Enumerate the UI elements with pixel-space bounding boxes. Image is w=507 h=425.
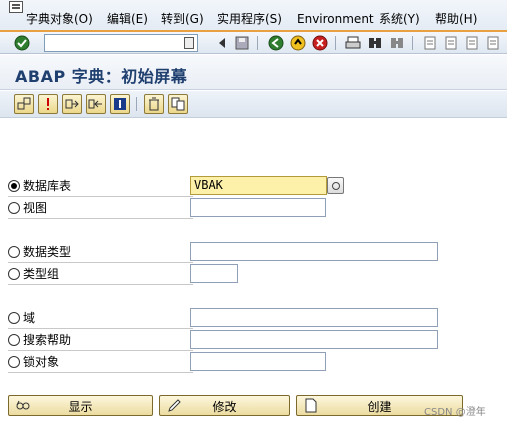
label-underline xyxy=(8,218,193,219)
delete-icon xyxy=(149,97,159,111)
data-type-radio[interactable] xyxy=(8,246,20,258)
domain-label: 域 xyxy=(23,311,36,325)
where-used-button[interactable] xyxy=(86,94,106,114)
domain-field[interactable] xyxy=(190,308,438,327)
search-help-field[interactable] xyxy=(190,330,438,349)
first-page-icon[interactable] xyxy=(422,35,438,51)
application-toolbar xyxy=(0,91,507,118)
page-title: ABAP 字典：初始屏幕 xyxy=(15,67,188,86)
search-help-label: 搜索帮助 xyxy=(23,333,72,347)
menu-edit[interactable]: 编辑(E) xyxy=(107,10,148,28)
search-help-radio[interactable] xyxy=(8,334,20,346)
toolbar-separator xyxy=(257,36,258,50)
display-button-label: 显示 xyxy=(68,400,93,414)
exit-icon[interactable] xyxy=(290,35,306,51)
other-object-button[interactable] xyxy=(14,94,34,114)
menu-bar: 字典对象(O) 编辑(E) 转到(G) 实用程序(S) Environment … xyxy=(0,0,507,31)
command-history-icon[interactable] xyxy=(184,37,194,49)
lock-object-label: 锁对象 xyxy=(23,355,60,369)
system-menu-icon[interactable] xyxy=(9,1,23,13)
toolbar-separator xyxy=(335,36,336,50)
option-view[interactable]: 视图 xyxy=(8,199,198,219)
menu-dictionary-object[interactable]: 字典对象(O) xyxy=(26,10,93,28)
find-icon[interactable] xyxy=(367,35,383,51)
database-table-field[interactable]: VBAK xyxy=(190,176,327,195)
menu-help[interactable]: 帮助(H) xyxy=(435,10,477,28)
next-page-icon[interactable] xyxy=(464,35,480,51)
label-underline xyxy=(8,350,193,351)
label-underline xyxy=(8,284,193,285)
type-group-field[interactable] xyxy=(190,264,238,283)
delete-button[interactable] xyxy=(144,94,164,114)
display-object-list-icon xyxy=(114,98,126,110)
label-underline xyxy=(8,262,193,263)
label-underline xyxy=(8,372,193,373)
database-table-label: 数据库表 xyxy=(23,179,72,193)
menu-utilities[interactable]: 实用程序(S) xyxy=(217,10,282,28)
type-group-label: 类型组 xyxy=(23,267,60,281)
check-button[interactable] xyxy=(38,94,58,114)
type-group-radio[interactable] xyxy=(8,268,20,280)
watermark: CSDN @澄年 xyxy=(424,407,486,418)
title-bar: ABAP 字典：初始屏幕 xyxy=(0,55,507,90)
other-object-icon xyxy=(17,97,31,110)
label-underline xyxy=(8,196,193,197)
find-next-icon[interactable] xyxy=(389,35,405,51)
activate-icon xyxy=(65,99,79,109)
where-used-icon xyxy=(88,99,102,109)
domain-radio[interactable] xyxy=(8,312,20,324)
view-radio[interactable] xyxy=(8,202,20,214)
lock-object-field[interactable] xyxy=(190,352,326,371)
value-help-icon[interactable] xyxy=(327,177,344,194)
copy-icon xyxy=(171,97,185,111)
option-type-group[interactable]: 类型组 xyxy=(8,265,198,285)
label-underline xyxy=(8,328,193,329)
cancel-icon[interactable] xyxy=(312,35,328,51)
database-table-radio[interactable] xyxy=(8,180,20,192)
menu-system[interactable]: 系统(Y) xyxy=(379,10,420,28)
toolbar-separator xyxy=(136,97,137,111)
print-icon[interactable] xyxy=(345,35,361,51)
check-icon xyxy=(47,98,49,110)
activate-button[interactable] xyxy=(62,94,82,114)
enter-icon[interactable] xyxy=(14,35,30,51)
menu-environment[interactable]: Environment xyxy=(297,10,374,28)
option-lock-object[interactable]: 锁对象 xyxy=(8,353,198,373)
display-object-list-button[interactable] xyxy=(110,94,130,114)
data-type-field[interactable] xyxy=(190,242,438,261)
scroll-left-icon[interactable] xyxy=(214,35,230,51)
option-domain[interactable]: 域 xyxy=(8,309,198,329)
option-data-type[interactable]: 数据类型 xyxy=(8,243,198,263)
command-field[interactable] xyxy=(44,34,198,52)
display-button[interactable]: 显示 xyxy=(8,395,153,416)
save-icon[interactable] xyxy=(234,35,250,51)
menu-goto[interactable]: 转到(G) xyxy=(161,10,204,28)
view-field[interactable] xyxy=(190,198,326,217)
copy-button[interactable] xyxy=(168,94,188,114)
data-type-label: 数据类型 xyxy=(23,245,72,259)
back-icon[interactable] xyxy=(268,35,284,51)
change-button-label: 修改 xyxy=(212,400,237,414)
last-page-icon[interactable] xyxy=(485,35,501,51)
option-search-help[interactable]: 搜索帮助 xyxy=(8,331,198,351)
lock-object-radio[interactable] xyxy=(8,356,20,368)
toolbar-separator xyxy=(412,36,413,50)
change-button[interactable]: 修改 xyxy=(159,395,290,416)
standard-toolbar xyxy=(0,32,507,54)
previous-page-icon[interactable] xyxy=(443,35,459,51)
view-label: 视图 xyxy=(23,201,48,215)
